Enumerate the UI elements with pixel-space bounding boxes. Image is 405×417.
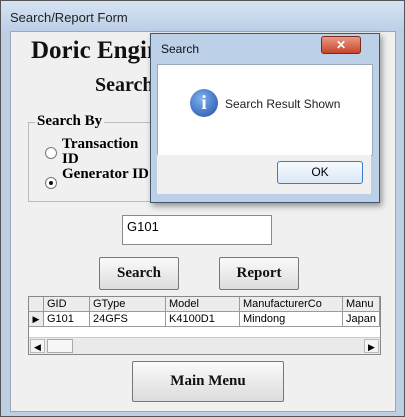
row-selector-icon[interactable]: ▶: [29, 312, 44, 327]
cell-gid[interactable]: G101: [44, 312, 90, 327]
dialog-body: i Search Result Shown: [157, 64, 373, 156]
cell-model[interactable]: K4100D1: [166, 312, 240, 327]
info-icon: i: [190, 89, 218, 117]
column-header-gid[interactable]: GID: [44, 297, 90, 312]
table-row[interactable]: ▶ G101 24GFS K4100D1 Mindong Japan: [29, 312, 380, 327]
close-icon[interactable]: ✕: [321, 36, 361, 54]
title-bar[interactable]: Search/Report Form: [1, 1, 404, 31]
radio-generator-id-label[interactable]: Generator ID: [62, 167, 152, 182]
cell-manufacturer[interactable]: Mindong: [240, 312, 343, 327]
column-header-gtype[interactable]: GType: [90, 297, 166, 312]
window-title: Search/Report Form: [10, 10, 128, 25]
grid-empty-area: [29, 327, 380, 337]
search-by-group: Search By Transaction ID Generator ID: [28, 113, 170, 202]
radio-transaction-id-label[interactable]: Transaction ID: [62, 137, 152, 167]
column-header-model[interactable]: Model: [166, 297, 240, 312]
scroll-right-icon[interactable]: ▶: [364, 339, 379, 353]
results-grid[interactable]: GID GType Model ManufacturerCo Manu ▶ G1…: [28, 296, 381, 355]
scroll-thumb[interactable]: [47, 339, 73, 353]
scroll-left-icon[interactable]: ◀: [30, 339, 45, 353]
grid-header-row: GID GType Model ManufacturerCo Manu: [29, 297, 380, 312]
form-heading: Search: [95, 74, 154, 96]
cell-manu[interactable]: Japan: [343, 312, 380, 327]
main-menu-button[interactable]: Main Menu: [132, 361, 284, 402]
column-header-manu[interactable]: Manu: [343, 297, 380, 312]
ok-button[interactable]: OK: [277, 161, 363, 184]
report-button[interactable]: Report: [219, 257, 299, 290]
dialog-footer: OK: [157, 155, 371, 194]
dialog-title: Search: [161, 42, 200, 56]
dialog-message: Search Result Shown: [225, 97, 341, 111]
radio-transaction-id[interactable]: [45, 147, 57, 159]
grid-corner-cell: [29, 297, 44, 312]
search-message-dialog: Search ✕ i Search Result Shown OK: [150, 33, 380, 203]
search-by-legend: Search By: [35, 113, 105, 130]
search-button[interactable]: Search: [99, 257, 179, 290]
search-input[interactable]: G101: [122, 215, 272, 245]
cell-gtype[interactable]: 24GFS: [90, 312, 166, 327]
horizontal-scrollbar[interactable]: ◀ ▶: [29, 337, 380, 354]
radio-generator-id[interactable]: [45, 177, 57, 189]
column-header-manufacturer[interactable]: ManufacturerCo: [240, 297, 343, 312]
